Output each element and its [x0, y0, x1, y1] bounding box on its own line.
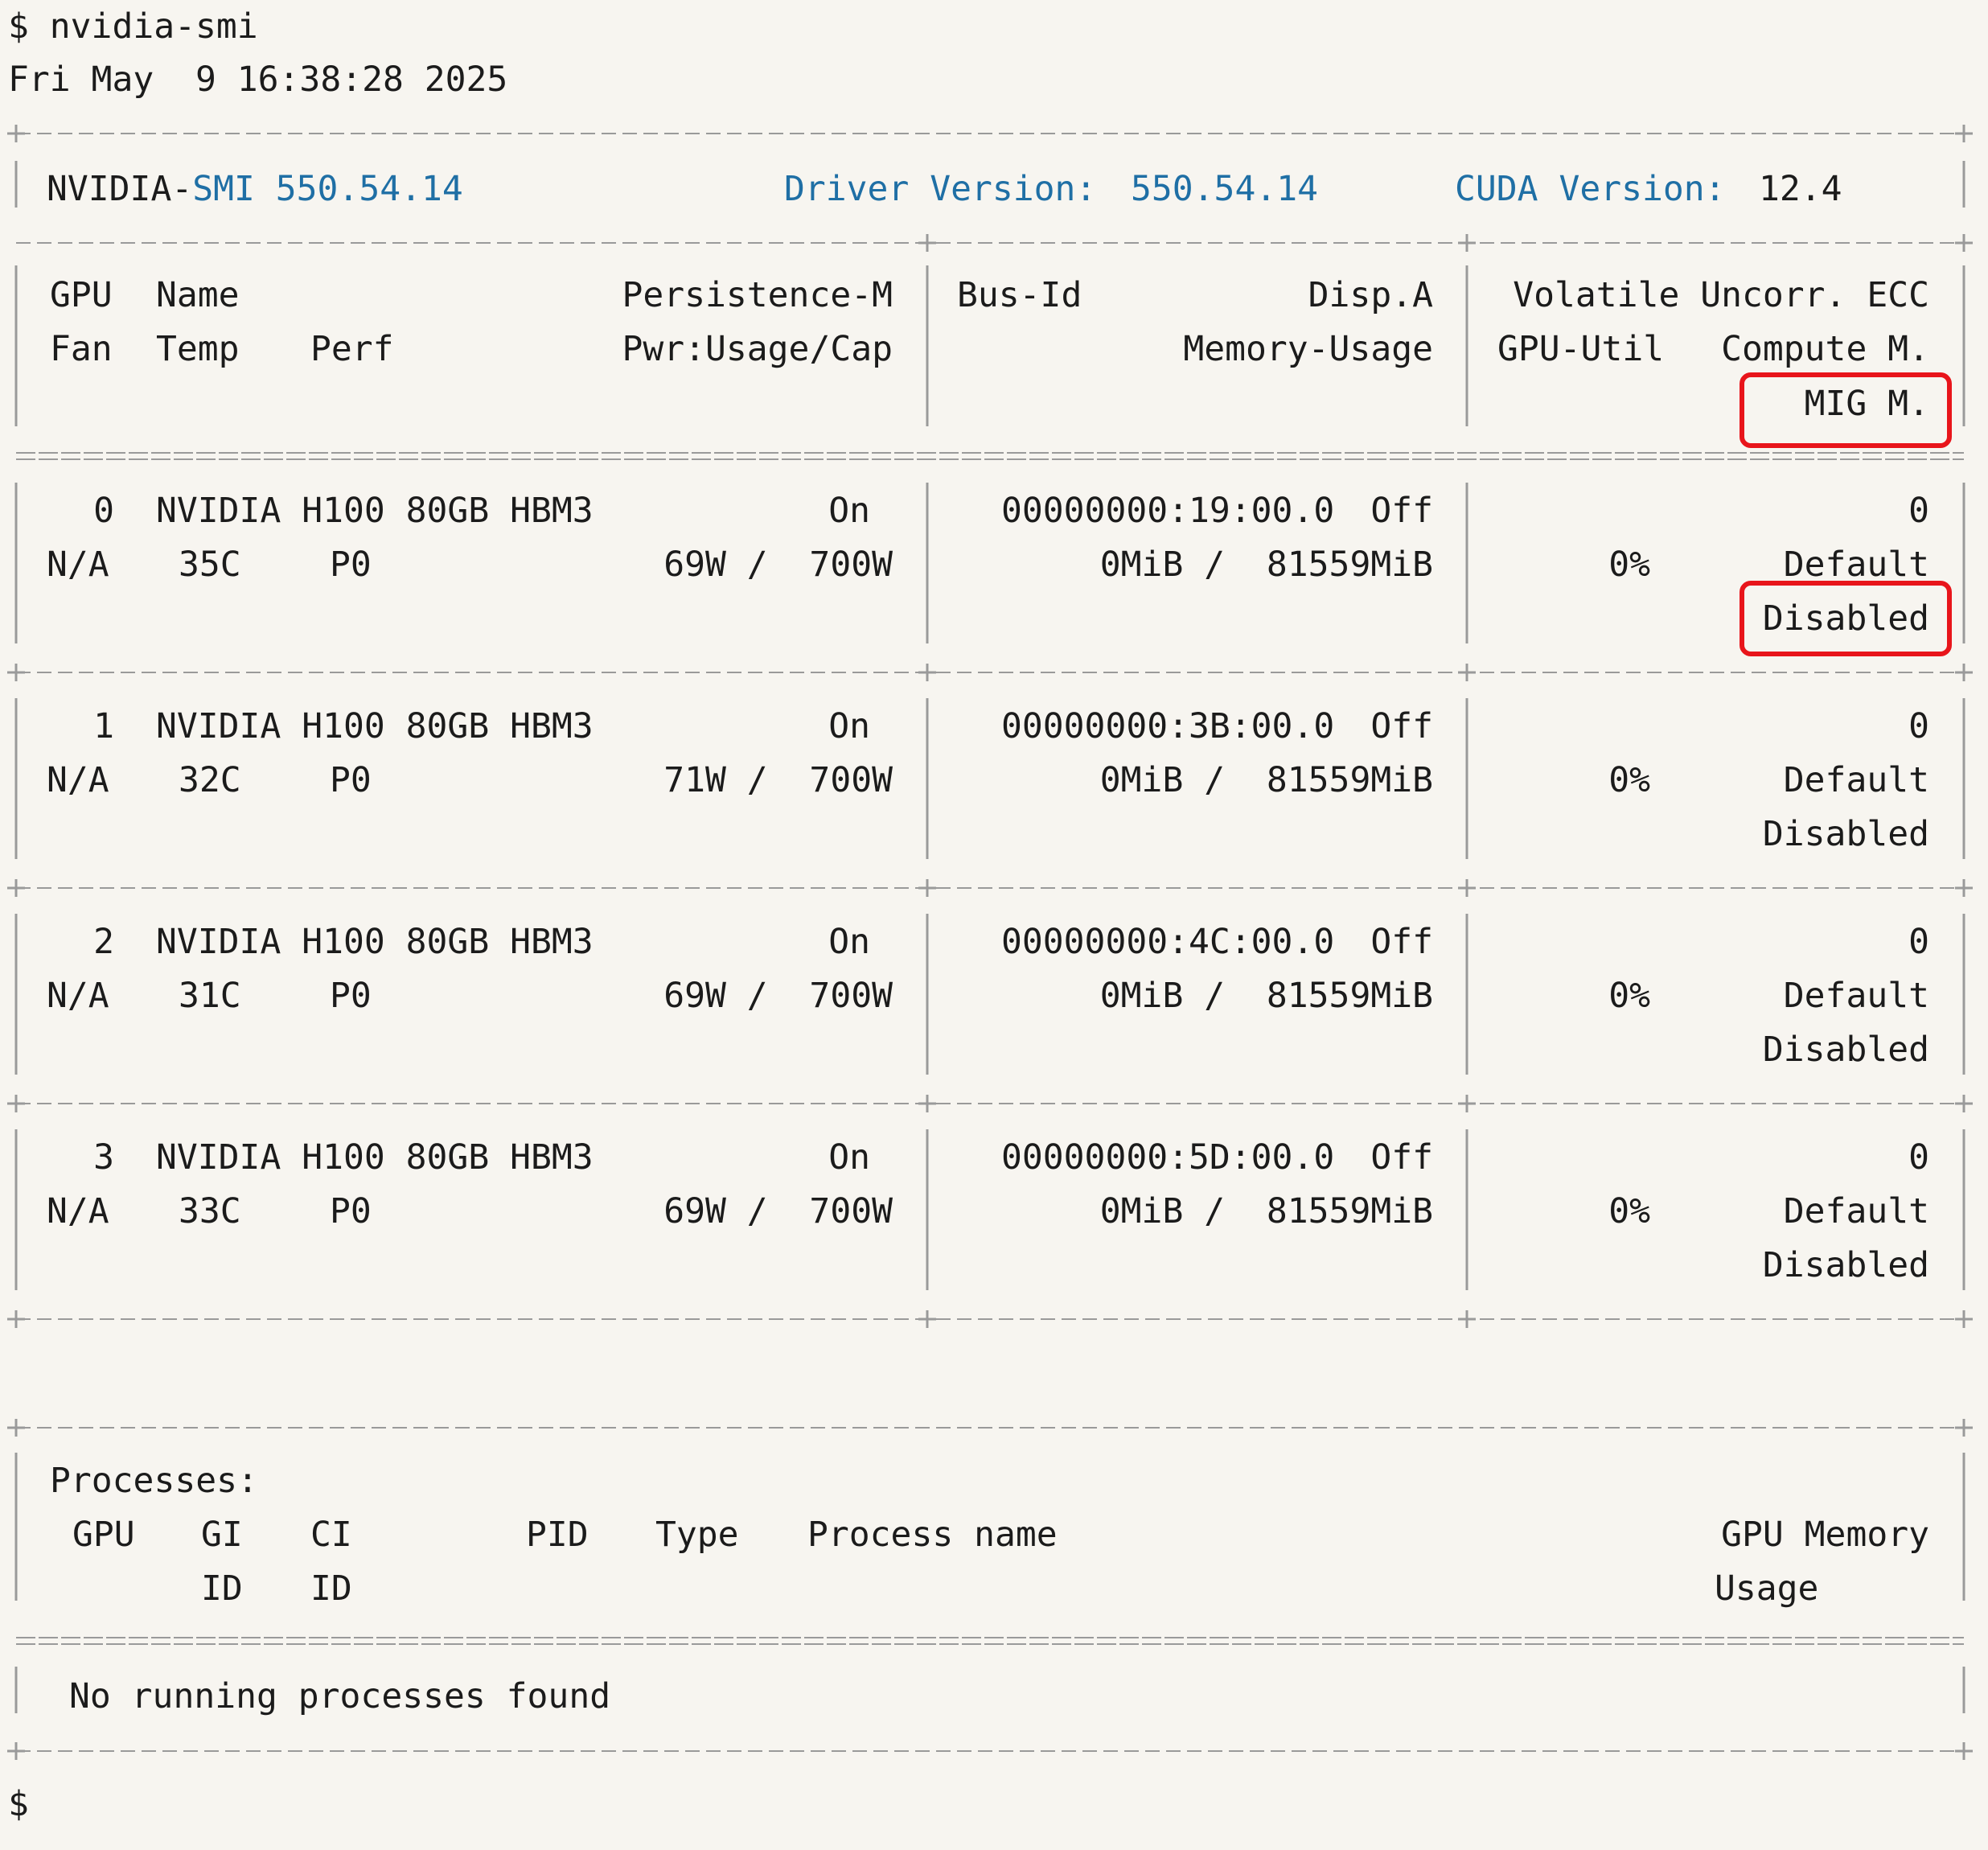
gpu-persistence: On — [828, 706, 870, 746]
gpu-ecc: 0 — [1908, 922, 1929, 962]
col-persistence: Persistence-M — [622, 275, 893, 315]
gpu-memory: 0MiB / 81559MiB — [1099, 976, 1433, 1016]
gpu-fan: N/A — [47, 976, 109, 1016]
col-fan: Fan — [50, 329, 113, 369]
gpu-power: 69W / 700W — [663, 545, 893, 585]
gpu-name: NVIDIA H100 80GB HBM3 — [156, 706, 594, 746]
proc-col-ci: CI — [310, 1515, 352, 1555]
proc-col-gi-sub: ID — [201, 1568, 243, 1609]
col-pwr: Pwr:Usage/Cap — [622, 329, 893, 369]
gpu-name: NVIDIA H100 80GB HBM3 — [156, 922, 594, 962]
gpu-ecc: 0 — [1908, 706, 1929, 746]
gpu-util: 0% — [1608, 760, 1650, 800]
smi-version: NVIDIA-SMI 550.54.14 — [47, 169, 463, 209]
gpu-util: 0% — [1608, 545, 1650, 585]
gpu-index: 2 — [93, 922, 114, 962]
gpu-index: 1 — [93, 706, 114, 746]
gpu-power: 69W / 700W — [663, 1191, 893, 1231]
proc-col-gi: GI — [201, 1515, 243, 1555]
shell-prompt: $ — [8, 6, 29, 47]
col-compute-mode: Compute M. — [1721, 329, 1929, 369]
col-bus-id: Bus-Id — [957, 275, 1082, 315]
gpu-compute-mode: Default — [1783, 1191, 1929, 1231]
mig-disabled-highlight — [1740, 581, 1952, 656]
driver-version-label: Driver Version: — [784, 169, 1097, 209]
gpu-bus-id: 00000000:4C:00.0 — [1001, 922, 1335, 962]
gpu-compute-mode: Default — [1783, 976, 1929, 1016]
col-volatile-ecc: Volatile Uncorr. ECC — [1513, 275, 1929, 315]
gpu-persistence: On — [828, 1137, 870, 1178]
gpu-disp: Off — [1370, 922, 1433, 962]
processes-title: Processes: — [50, 1461, 258, 1501]
terminal-window: $ nvidia-smi Fri May 9 16:38:28 2025 NVI… — [0, 0, 1988, 1850]
command-text: nvidia-smi — [49, 6, 258, 47]
gpu-temp: 35C — [179, 545, 241, 585]
no-processes-message: No running processes found — [69, 1676, 611, 1716]
gpu-temp: 32C — [179, 760, 241, 800]
gpu-compute-mode: Default — [1783, 760, 1929, 800]
gpu-index: 3 — [93, 1137, 114, 1178]
mig-mode-highlight — [1740, 372, 1952, 448]
gpu-perf: P0 — [330, 760, 372, 800]
col-memory-usage: Memory-Usage — [1183, 329, 1433, 369]
gpu-name: NVIDIA H100 80GB HBM3 — [156, 1137, 594, 1178]
gpu-disp: Off — [1370, 706, 1433, 746]
gpu-index: 0 — [93, 491, 114, 531]
timestamp: Fri May 9 16:38:28 2025 — [8, 60, 508, 100]
proc-col-type: Type — [655, 1515, 739, 1555]
gpu-ecc: 0 — [1908, 1137, 1929, 1178]
gpu-ecc: 0 — [1908, 491, 1929, 531]
gpu-memory: 0MiB / 81559MiB — [1099, 760, 1433, 800]
gpu-perf: P0 — [330, 976, 372, 1016]
gpu-memory: 0MiB / 81559MiB — [1099, 545, 1433, 585]
gpu-mig-mode: Disabled — [1762, 1030, 1929, 1070]
proc-col-mem-sub: Usage — [1715, 1568, 1819, 1609]
col-disp: Disp.A — [1308, 275, 1433, 315]
col-temp: Temp — [156, 329, 240, 369]
col-name: Name — [156, 275, 240, 315]
driver-version-value: 550.54.14 — [1131, 169, 1318, 209]
gpu-perf: P0 — [330, 545, 372, 585]
cuda-version-value: 12.4 — [1759, 169, 1842, 209]
col-gpu-util: GPU-Util — [1497, 329, 1665, 369]
gpu-disp: Off — [1370, 1137, 1433, 1178]
gpu-fan: N/A — [47, 760, 109, 800]
gpu-name: NVIDIA H100 80GB HBM3 — [156, 491, 594, 531]
gpu-disp: Off — [1370, 491, 1433, 531]
gpu-mig-mode: Disabled — [1762, 1245, 1929, 1285]
gpu-compute-mode: Default — [1783, 545, 1929, 585]
proc-col-ci-sub: ID — [310, 1568, 352, 1609]
proc-col-pid: PID — [526, 1515, 589, 1555]
gpu-temp: 33C — [179, 1191, 241, 1231]
gpu-util: 0% — [1608, 976, 1650, 1016]
gpu-perf: P0 — [330, 1191, 372, 1231]
cuda-version-label: CUDA Version: — [1455, 169, 1726, 209]
gpu-mig-mode: Disabled — [1762, 814, 1929, 854]
col-gpu: GPU — [50, 275, 113, 315]
gpu-persistence: On — [828, 491, 870, 531]
proc-col-mem: GPU Memory — [1721, 1515, 1929, 1555]
gpu-bus-id: 00000000:19:00.0 — [1001, 491, 1335, 531]
gpu-bus-id: 00000000:5D:00.0 — [1001, 1137, 1335, 1178]
gpu-util: 0% — [1608, 1191, 1650, 1231]
col-perf: Perf — [310, 329, 394, 369]
gpu-bus-id: 00000000:3B:00.0 — [1001, 706, 1335, 746]
proc-col-gpu: GPU — [72, 1515, 135, 1555]
gpu-power: 71W / 700W — [663, 760, 893, 800]
final-prompt[interactable]: $ — [8, 1787, 29, 1822]
gpu-power: 69W / 700W — [663, 976, 893, 1016]
gpu-temp: 31C — [179, 976, 241, 1016]
proc-col-name: Process name — [807, 1515, 1058, 1555]
gpu-fan: N/A — [47, 545, 109, 585]
gpu-memory: 0MiB / 81559MiB — [1099, 1191, 1433, 1231]
command-line: $ nvidia-smi — [8, 10, 258, 44]
gpu-fan: N/A — [47, 1191, 109, 1231]
gpu-persistence: On — [828, 922, 870, 962]
